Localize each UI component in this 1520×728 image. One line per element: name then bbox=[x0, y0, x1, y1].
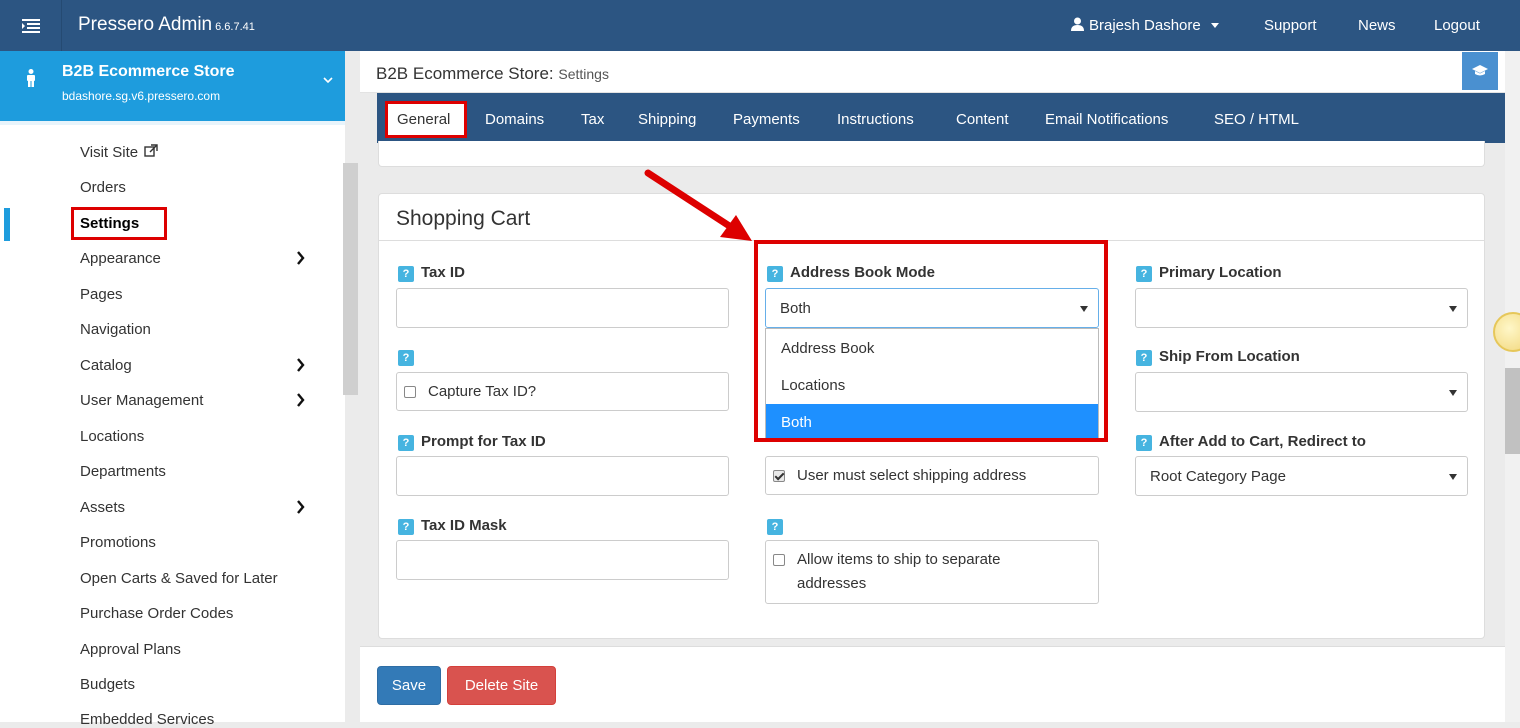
app-version: 6.6.7.41 bbox=[215, 21, 255, 33]
caret-down-icon bbox=[1210, 23, 1219, 28]
site-name: B2B Ecommerce Store bbox=[62, 63, 235, 80]
annotation-highlight-box bbox=[754, 240, 1108, 442]
sidebar-item-appearance[interactable]: Appearance bbox=[80, 250, 161, 267]
must-select-shipping-checkbox[interactable] bbox=[773, 470, 785, 482]
primary-location-label: Primary Location bbox=[1159, 264, 1282, 281]
tab-payments[interactable]: Payments bbox=[733, 111, 800, 128]
caret-down-icon bbox=[1449, 390, 1457, 396]
person-icon bbox=[27, 69, 35, 87]
page-title-text: B2B Ecommerce Store: bbox=[376, 64, 554, 83]
sidebar-item-promotions[interactable]: Promotions bbox=[80, 534, 156, 551]
tab-general[interactable]: General bbox=[397, 111, 450, 128]
help-badge[interactable]: ? bbox=[767, 519, 783, 535]
ship-separate-group: Allow items to ship to separate addresse… bbox=[765, 540, 1099, 604]
help-badge[interactable]: ? bbox=[398, 350, 414, 366]
app-title[interactable]: Pressero Admin 6.6.7.41 bbox=[78, 14, 255, 36]
logout-link[interactable]: Logout bbox=[1434, 17, 1480, 34]
sidebar-scrollbar[interactable] bbox=[343, 163, 358, 395]
chevron-down-icon bbox=[323, 77, 333, 84]
chevron-right-icon[interactable] bbox=[296, 251, 305, 265]
tab-tax[interactable]: Tax bbox=[581, 111, 604, 128]
sidebar-item-navigation[interactable]: Navigation bbox=[80, 321, 151, 338]
sidebar-item-purchase-order-codes[interactable]: Purchase Order Codes bbox=[80, 605, 233, 622]
ship-from-location-select[interactable] bbox=[1135, 372, 1468, 412]
sidebar-item-orders[interactable]: Orders bbox=[80, 179, 126, 196]
news-link[interactable]: News bbox=[1358, 17, 1396, 34]
sidebar-item-visit-site[interactable]: Visit Site bbox=[80, 144, 158, 161]
tab-domains[interactable]: Domains bbox=[485, 111, 544, 128]
page-scrollbar-thumb[interactable] bbox=[1505, 368, 1520, 454]
save-button[interactable]: Save bbox=[377, 666, 441, 705]
site-url: bdashore.sg.v6.pressero.com bbox=[62, 89, 221, 103]
primary-location-select[interactable] bbox=[1135, 288, 1468, 328]
caret-down-icon bbox=[1449, 474, 1457, 480]
active-indicator bbox=[4, 208, 10, 241]
tab-bar bbox=[377, 93, 1505, 143]
floating-widget-icon[interactable] bbox=[1493, 312, 1520, 352]
sidebar-item-assets[interactable]: Assets bbox=[80, 499, 125, 516]
ship-from-location-label: Ship From Location bbox=[1159, 348, 1300, 365]
page-subtitle: Settings bbox=[558, 66, 609, 82]
capture-tax-id-label: Capture Tax ID? bbox=[428, 383, 537, 400]
tax-id-mask-label: Tax ID Mask bbox=[421, 517, 507, 534]
annotation-arrow-icon bbox=[644, 169, 752, 241]
must-select-shipping-label: User must select shipping address bbox=[797, 467, 1027, 484]
ship-separate-label-cont: addresses bbox=[797, 575, 867, 592]
menu-toggle-icon[interactable] bbox=[0, 0, 62, 51]
redirect-label: After Add to Cart, Redirect to bbox=[1159, 433, 1366, 450]
help-badge[interactable]: ? bbox=[398, 266, 414, 282]
chevron-right-icon[interactable] bbox=[296, 500, 305, 514]
sidebar-item-pages[interactable]: Pages bbox=[80, 286, 123, 303]
prompt-tax-id-label: Prompt for Tax ID bbox=[421, 433, 546, 450]
sidebar-item-embedded-services[interactable]: Embedded Services bbox=[80, 711, 214, 728]
capture-tax-id-checkbox[interactable] bbox=[404, 386, 416, 398]
help-badge[interactable]: ? bbox=[398, 435, 414, 451]
tax-id-label: Tax ID bbox=[421, 264, 465, 281]
sidebar-item-catalog[interactable]: Catalog bbox=[80, 357, 132, 374]
tax-id-mask-input[interactable] bbox=[396, 540, 729, 580]
tax-id-input[interactable] bbox=[396, 288, 729, 328]
user-menu[interactable]: Brajesh Dashore bbox=[1071, 17, 1219, 34]
tab-seo-html[interactable]: SEO / HTML bbox=[1214, 111, 1299, 128]
graduation-cap-icon[interactable] bbox=[1462, 52, 1498, 90]
sidebar-item-locations[interactable]: Locations bbox=[80, 428, 144, 445]
sidebar-item-settings[interactable]: Settings bbox=[80, 215, 139, 232]
sidebar-item-approval-plans[interactable]: Approval Plans bbox=[80, 641, 181, 658]
site-switcher[interactable]: B2B Ecommerce Store bdashore.sg.v6.press… bbox=[0, 51, 345, 121]
must-select-shipping-group: User must select shipping address bbox=[765, 456, 1099, 495]
tab-instructions[interactable]: Instructions bbox=[837, 111, 914, 128]
help-badge[interactable]: ? bbox=[1136, 350, 1152, 366]
caret-down-icon bbox=[1449, 306, 1457, 312]
sidebar-item-user-management[interactable]: User Management bbox=[80, 392, 203, 409]
help-badge[interactable]: ? bbox=[1136, 266, 1152, 282]
capture-tax-id-group: Capture Tax ID? bbox=[396, 372, 729, 411]
ship-separate-checkbox[interactable] bbox=[773, 554, 785, 566]
sidebar-item-label: Visit Site bbox=[80, 144, 139, 161]
panel-title: Shopping Cart bbox=[396, 207, 531, 230]
sidebar bbox=[0, 125, 345, 722]
tab-content[interactable]: Content bbox=[956, 111, 1009, 128]
user-name: Brajesh Dashore bbox=[1089, 17, 1201, 34]
user-icon bbox=[1071, 17, 1084, 31]
ship-separate-label: Allow items to ship to separate bbox=[797, 551, 1001, 568]
redirect-select[interactable]: Root Category Page bbox=[1135, 456, 1468, 496]
previous-panel bbox=[378, 141, 1485, 167]
top-bar: Pressero Admin 6.6.7.41 Brajesh Dashore S… bbox=[0, 0, 1520, 51]
app-name: Pressero Admin bbox=[78, 14, 213, 35]
chevron-right-icon[interactable] bbox=[296, 358, 305, 372]
page-title: B2B Ecommerce Store: Settings bbox=[376, 64, 609, 84]
help-badge[interactable]: ? bbox=[1136, 435, 1152, 451]
tab-shipping[interactable]: Shipping bbox=[638, 111, 696, 128]
redirect-value: Root Category Page bbox=[1150, 468, 1286, 485]
delete-site-button[interactable]: Delete Site bbox=[447, 666, 556, 705]
prompt-tax-id-input[interactable] bbox=[396, 456, 729, 496]
external-link-icon bbox=[144, 144, 158, 157]
sidebar-item-open-carts[interactable]: Open Carts & Saved for Later bbox=[80, 570, 278, 587]
support-link[interactable]: Support bbox=[1264, 17, 1317, 34]
chevron-right-icon[interactable] bbox=[296, 393, 305, 407]
tab-email-notifications[interactable]: Email Notifications bbox=[1045, 111, 1168, 128]
sidebar-item-budgets[interactable]: Budgets bbox=[80, 676, 135, 693]
sidebar-item-departments[interactable]: Departments bbox=[80, 463, 166, 480]
help-badge[interactable]: ? bbox=[398, 519, 414, 535]
